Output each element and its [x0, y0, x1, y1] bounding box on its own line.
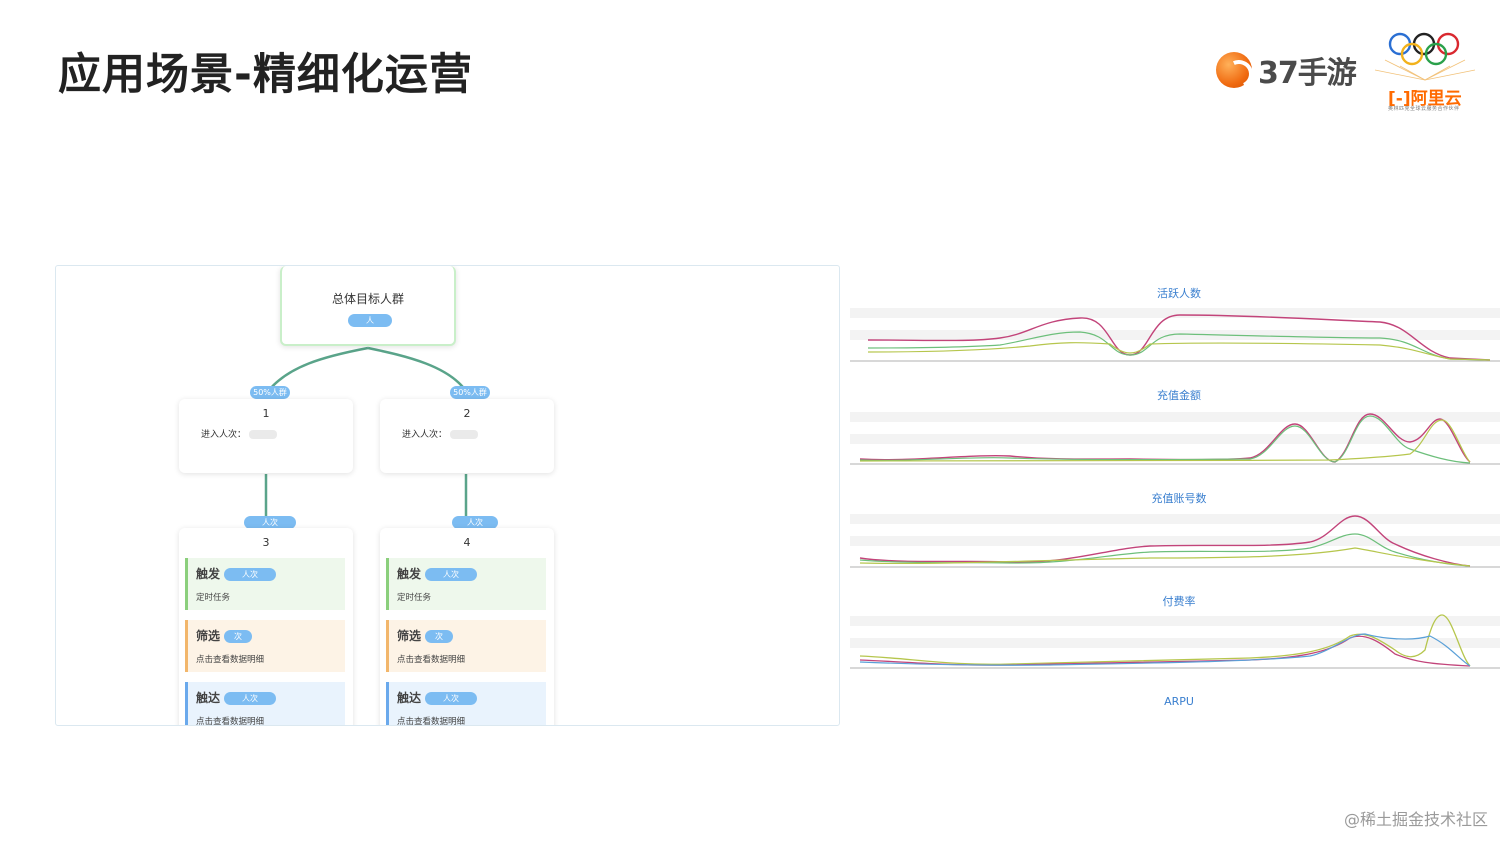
- 37-game-logo: 37手游: [1216, 50, 1357, 91]
- reach-detail-link[interactable]: 点击查看数据明细: [397, 715, 465, 725]
- group-node-2[interactable]: 2 进入人次：: [380, 399, 554, 473]
- reach-detail-link[interactable]: 点击查看数据明细: [196, 715, 264, 725]
- series-line: [859, 547, 1471, 567]
- orange-ball-icon: [1216, 52, 1252, 88]
- chart-title-recharge-accounts: 充值账号数: [1151, 492, 1207, 505]
- reach-title: 触达: [397, 691, 422, 705]
- chart-title-pay-rate: 付费率: [1162, 595, 1196, 608]
- game-logo-text: 37手游: [1258, 56, 1357, 91]
- trigger-title: 触发: [196, 567, 221, 581]
- filter-title: 筛选: [397, 629, 422, 643]
- node-number: 4: [463, 536, 471, 549]
- group-node-1[interactable]: 1 进入人次：: [179, 399, 353, 473]
- root-count-pill: 人: [348, 314, 392, 327]
- trigger-block[interactable]: 触发 人次 定时任务: [185, 558, 345, 610]
- task-node-4[interactable]: 4 触发 人次 定时任务 筛选 次 点击查看数据明细 触达 人次 点击查看数据明…: [380, 528, 554, 725]
- trigger-pill: 人次: [224, 568, 276, 581]
- branch-pill-2: 50%人群: [450, 386, 490, 399]
- trigger-title: 触发: [397, 567, 422, 581]
- filter-title: 筛选: [196, 629, 221, 643]
- chart-title-active-users: 活跃人数: [1157, 287, 1201, 300]
- chart-band: [850, 514, 1500, 524]
- chart-band: [850, 536, 1500, 546]
- chart-title-arpu: ARPU: [1164, 695, 1194, 708]
- trigger-sub: 定时任务: [397, 593, 432, 603]
- chart-title-recharge-amount: 充值金额: [1157, 389, 1201, 402]
- branch-pill-1: 50%人群: [250, 386, 290, 399]
- target-audience-root-node[interactable]: 总体目标人群 人: [280, 266, 456, 346]
- series-line: [867, 342, 1491, 361]
- trigger-sub: 定时任务: [196, 593, 231, 603]
- enter-count-label: 进入人次：: [402, 427, 478, 440]
- chart-band: [850, 616, 1500, 626]
- chart-active-users: [850, 308, 1500, 362]
- reach-block[interactable]: 触达 人次 点击查看数据明细: [185, 682, 345, 725]
- enter-count-label: 进入人次：: [201, 427, 277, 440]
- node-number: 3: [262, 536, 270, 549]
- chart-recharge-amount: [850, 412, 1500, 465]
- chart-recharge-accounts: [850, 514, 1500, 568]
- blurred-value: [248, 430, 277, 439]
- root-node-title: 总体目标人群: [331, 292, 404, 306]
- chart-pay-rate: [850, 614, 1500, 669]
- node-number: 1: [262, 407, 270, 420]
- aliyun-subtitle: 奥林匹克全球云服务合作伙伴: [1388, 106, 1460, 112]
- trigger-pill: 人次: [425, 568, 477, 581]
- filter-block[interactable]: 筛选 次 点击查看数据明细: [386, 620, 546, 672]
- trigger-block[interactable]: 触发 人次 定时任务: [386, 558, 546, 610]
- reach-pill: 人次: [224, 692, 276, 705]
- node-number: 2: [463, 407, 471, 420]
- reach-block[interactable]: 触达 人次 点击查看数据明细: [386, 682, 546, 725]
- task-node-3[interactable]: 3 触发 人次 定时任务 筛选 次 点击查看数据明细 触达 人次 点击查看数据明…: [179, 528, 353, 725]
- filter-detail-link[interactable]: 点击查看数据明细: [397, 653, 465, 665]
- filter-block[interactable]: 筛选 次 点击查看数据明细: [185, 620, 345, 672]
- slide-title: 应用场景-精细化运营: [58, 50, 473, 100]
- chart-band: [850, 330, 1500, 340]
- chart-band: [850, 308, 1500, 318]
- filter-pill: 次: [425, 630, 453, 643]
- reach-title: 触达: [196, 691, 221, 705]
- filter-pill: 次: [224, 630, 252, 643]
- audience-flow-panel: 总体目标人群 人 50%人群 50%人群 1 进入人次： 2 进入人次： 人次 …: [55, 265, 840, 726]
- chart-band: [850, 412, 1500, 422]
- filter-detail-link[interactable]: 点击查看数据明细: [196, 653, 264, 665]
- watermark-text: @稀土掘金技术社区: [1343, 810, 1488, 829]
- reach-pill: 人次: [425, 692, 477, 705]
- blurred-value: [449, 430, 478, 439]
